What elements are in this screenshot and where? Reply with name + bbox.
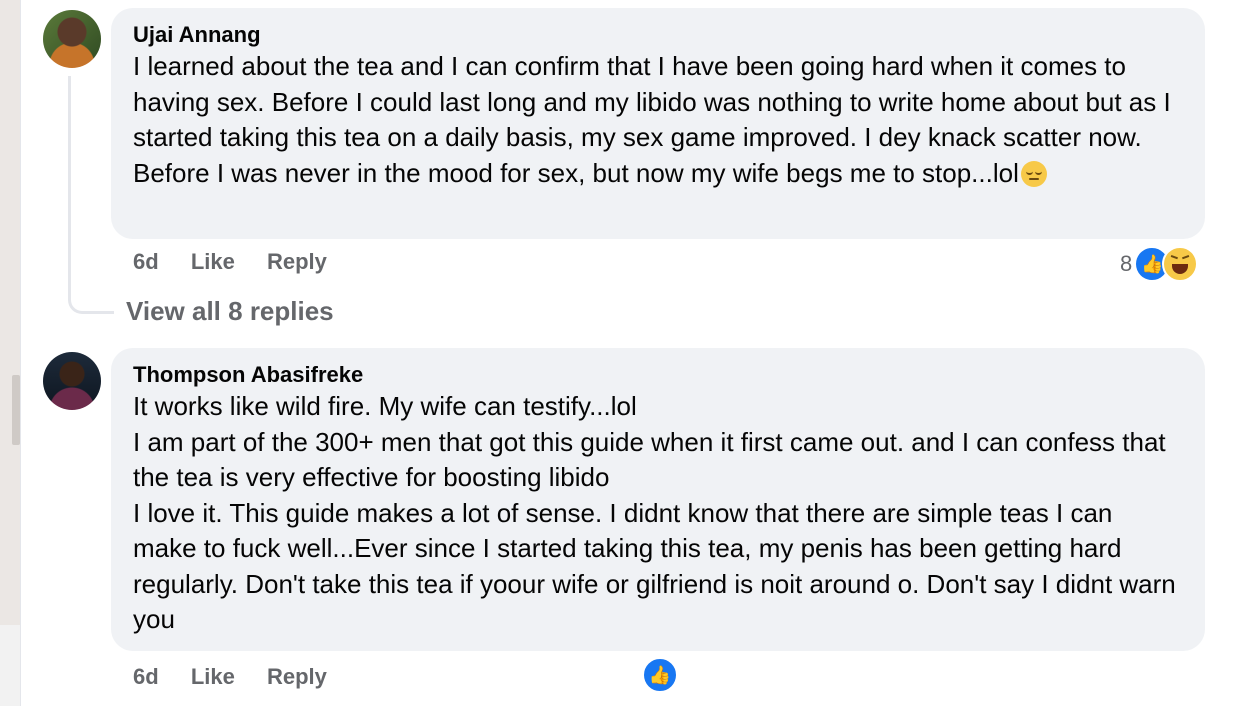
avatar[interactable]	[43, 352, 101, 410]
haha-icon	[1162, 246, 1199, 282]
panel-edge	[20, 0, 21, 706]
comment-actions: 6d Like Reply	[133, 664, 353, 690]
comment-time[interactable]: 6d	[133, 249, 159, 274]
comment-bubble: Thompson Abasifreke It works like wild f…	[111, 348, 1205, 651]
comment-author[interactable]: Ujai Annang	[133, 21, 1183, 49]
like-button[interactable]: Like	[191, 664, 235, 689]
comment-text: I learned about the tea and I can confir…	[133, 49, 1183, 191]
comment-text: It works like wild fire. My wife can tes…	[133, 389, 1183, 638]
comment-author[interactable]: Thompson Abasifreke	[133, 361, 1183, 389]
reaction-summary[interactable]: 👍	[642, 657, 678, 693]
comment-line: I am part of the 300+ men that got this …	[133, 426, 1166, 493]
background-shadow	[12, 375, 20, 445]
reply-button[interactable]: Reply	[267, 664, 327, 689]
comment-bubble: Ujai Annang I learned about the tea and …	[111, 8, 1205, 239]
comment-line: It works like wild fire. My wife can tes…	[133, 391, 637, 421]
reaction-count: 8	[1120, 251, 1133, 276]
reaction-summary[interactable]: 8 👍	[1120, 246, 1199, 282]
comment-body: I learned about the tea and I can confir…	[133, 51, 1171, 188]
reply-thread-line	[68, 76, 114, 314]
like-button[interactable]: Like	[191, 249, 235, 274]
reply-button[interactable]: Reply	[267, 249, 327, 274]
view-all-replies-link[interactable]: View all 8 replies	[126, 296, 334, 327]
background-page-strip	[0, 0, 20, 706]
avatar[interactable]	[43, 10, 101, 68]
comment-line: I love it. This guide makes a lot of sen…	[133, 497, 1176, 635]
comment-time[interactable]: 6d	[133, 664, 159, 689]
background-lower	[0, 625, 20, 706]
like-icon: 👍	[642, 657, 678, 693]
relieved-face-emoji-icon	[1020, 160, 1047, 187]
comment-actions: 6d Like Reply	[133, 249, 353, 275]
